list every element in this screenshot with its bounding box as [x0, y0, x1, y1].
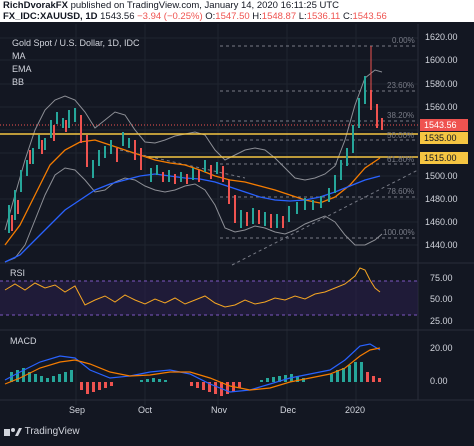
chart-canvas[interactable] — [0, 0, 474, 446]
time-tick: 2020 — [345, 405, 366, 415]
candlesticks[interactable] — [8, 46, 383, 233]
price-tick: 1580.00 — [425, 79, 458, 89]
fib-label-382: 38.20% — [387, 111, 415, 120]
time-tick: Nov — [211, 405, 228, 415]
rsi-tick: 50.00 — [430, 294, 453, 304]
fib-label-236: 23.60% — [387, 81, 415, 90]
time-tick: Oct — [138, 405, 153, 415]
price-tick: 1480.00 — [425, 194, 458, 204]
chart-screenshot: RichDvorakFX published on TradingView.co… — [0, 0, 474, 446]
level-badge-1535: 1535.00 — [420, 132, 468, 144]
rsi-tick: 25.00 — [430, 316, 453, 326]
bb-legend[interactable]: BB — [12, 77, 24, 87]
time-tick: Dec — [280, 405, 297, 415]
current-price-badge: 1543.56 — [420, 119, 468, 131]
level-badge-1515: 1515.00 — [420, 152, 468, 164]
bollinger-bands — [4, 69, 383, 263]
brand-name: TradingView — [24, 426, 80, 438]
time-tick: Sep — [69, 405, 86, 415]
fib-label-0: 0.00% — [392, 36, 415, 45]
tradingview-logo[interactable]: TradingView — [4, 426, 80, 437]
ema-legend[interactable]: EMA — [12, 64, 32, 74]
price-tick: 1440.00 — [425, 240, 458, 250]
price-tick: 1500.00 — [425, 171, 458, 181]
ma-legend[interactable]: MA — [12, 51, 26, 61]
macd-tick: 20.00 — [430, 343, 453, 353]
macd-histogram — [10, 362, 381, 396]
tradingview-icon — [4, 428, 22, 436]
macd-label[interactable]: MACD — [10, 336, 37, 346]
fib-label-786: 78.60% — [387, 187, 415, 196]
grid-lines — [0, 24, 418, 405]
fib-label-100: 100.00% — [383, 228, 415, 237]
fib-retracement[interactable] — [220, 45, 418, 239]
ma-line — [4, 139, 381, 246]
price-tick: 1620.00 — [425, 32, 458, 42]
price-tick: 1600.00 — [425, 55, 458, 65]
rsi-label[interactable]: RSI — [10, 268, 25, 278]
fib-label-618: 61.80% — [387, 155, 415, 164]
price-tick: 1460.00 — [425, 217, 458, 227]
rsi-tick: 75.00 — [430, 273, 453, 283]
price-tick: 1560.00 — [425, 102, 458, 112]
symbol-title: Gold Spot / U.S. Dollar, 1D, IDC — [12, 38, 140, 48]
rsi-band-fill — [0, 281, 418, 315]
fib-label-500: 50.00% — [387, 131, 415, 140]
macd-tick: 0.00 — [430, 376, 448, 386]
